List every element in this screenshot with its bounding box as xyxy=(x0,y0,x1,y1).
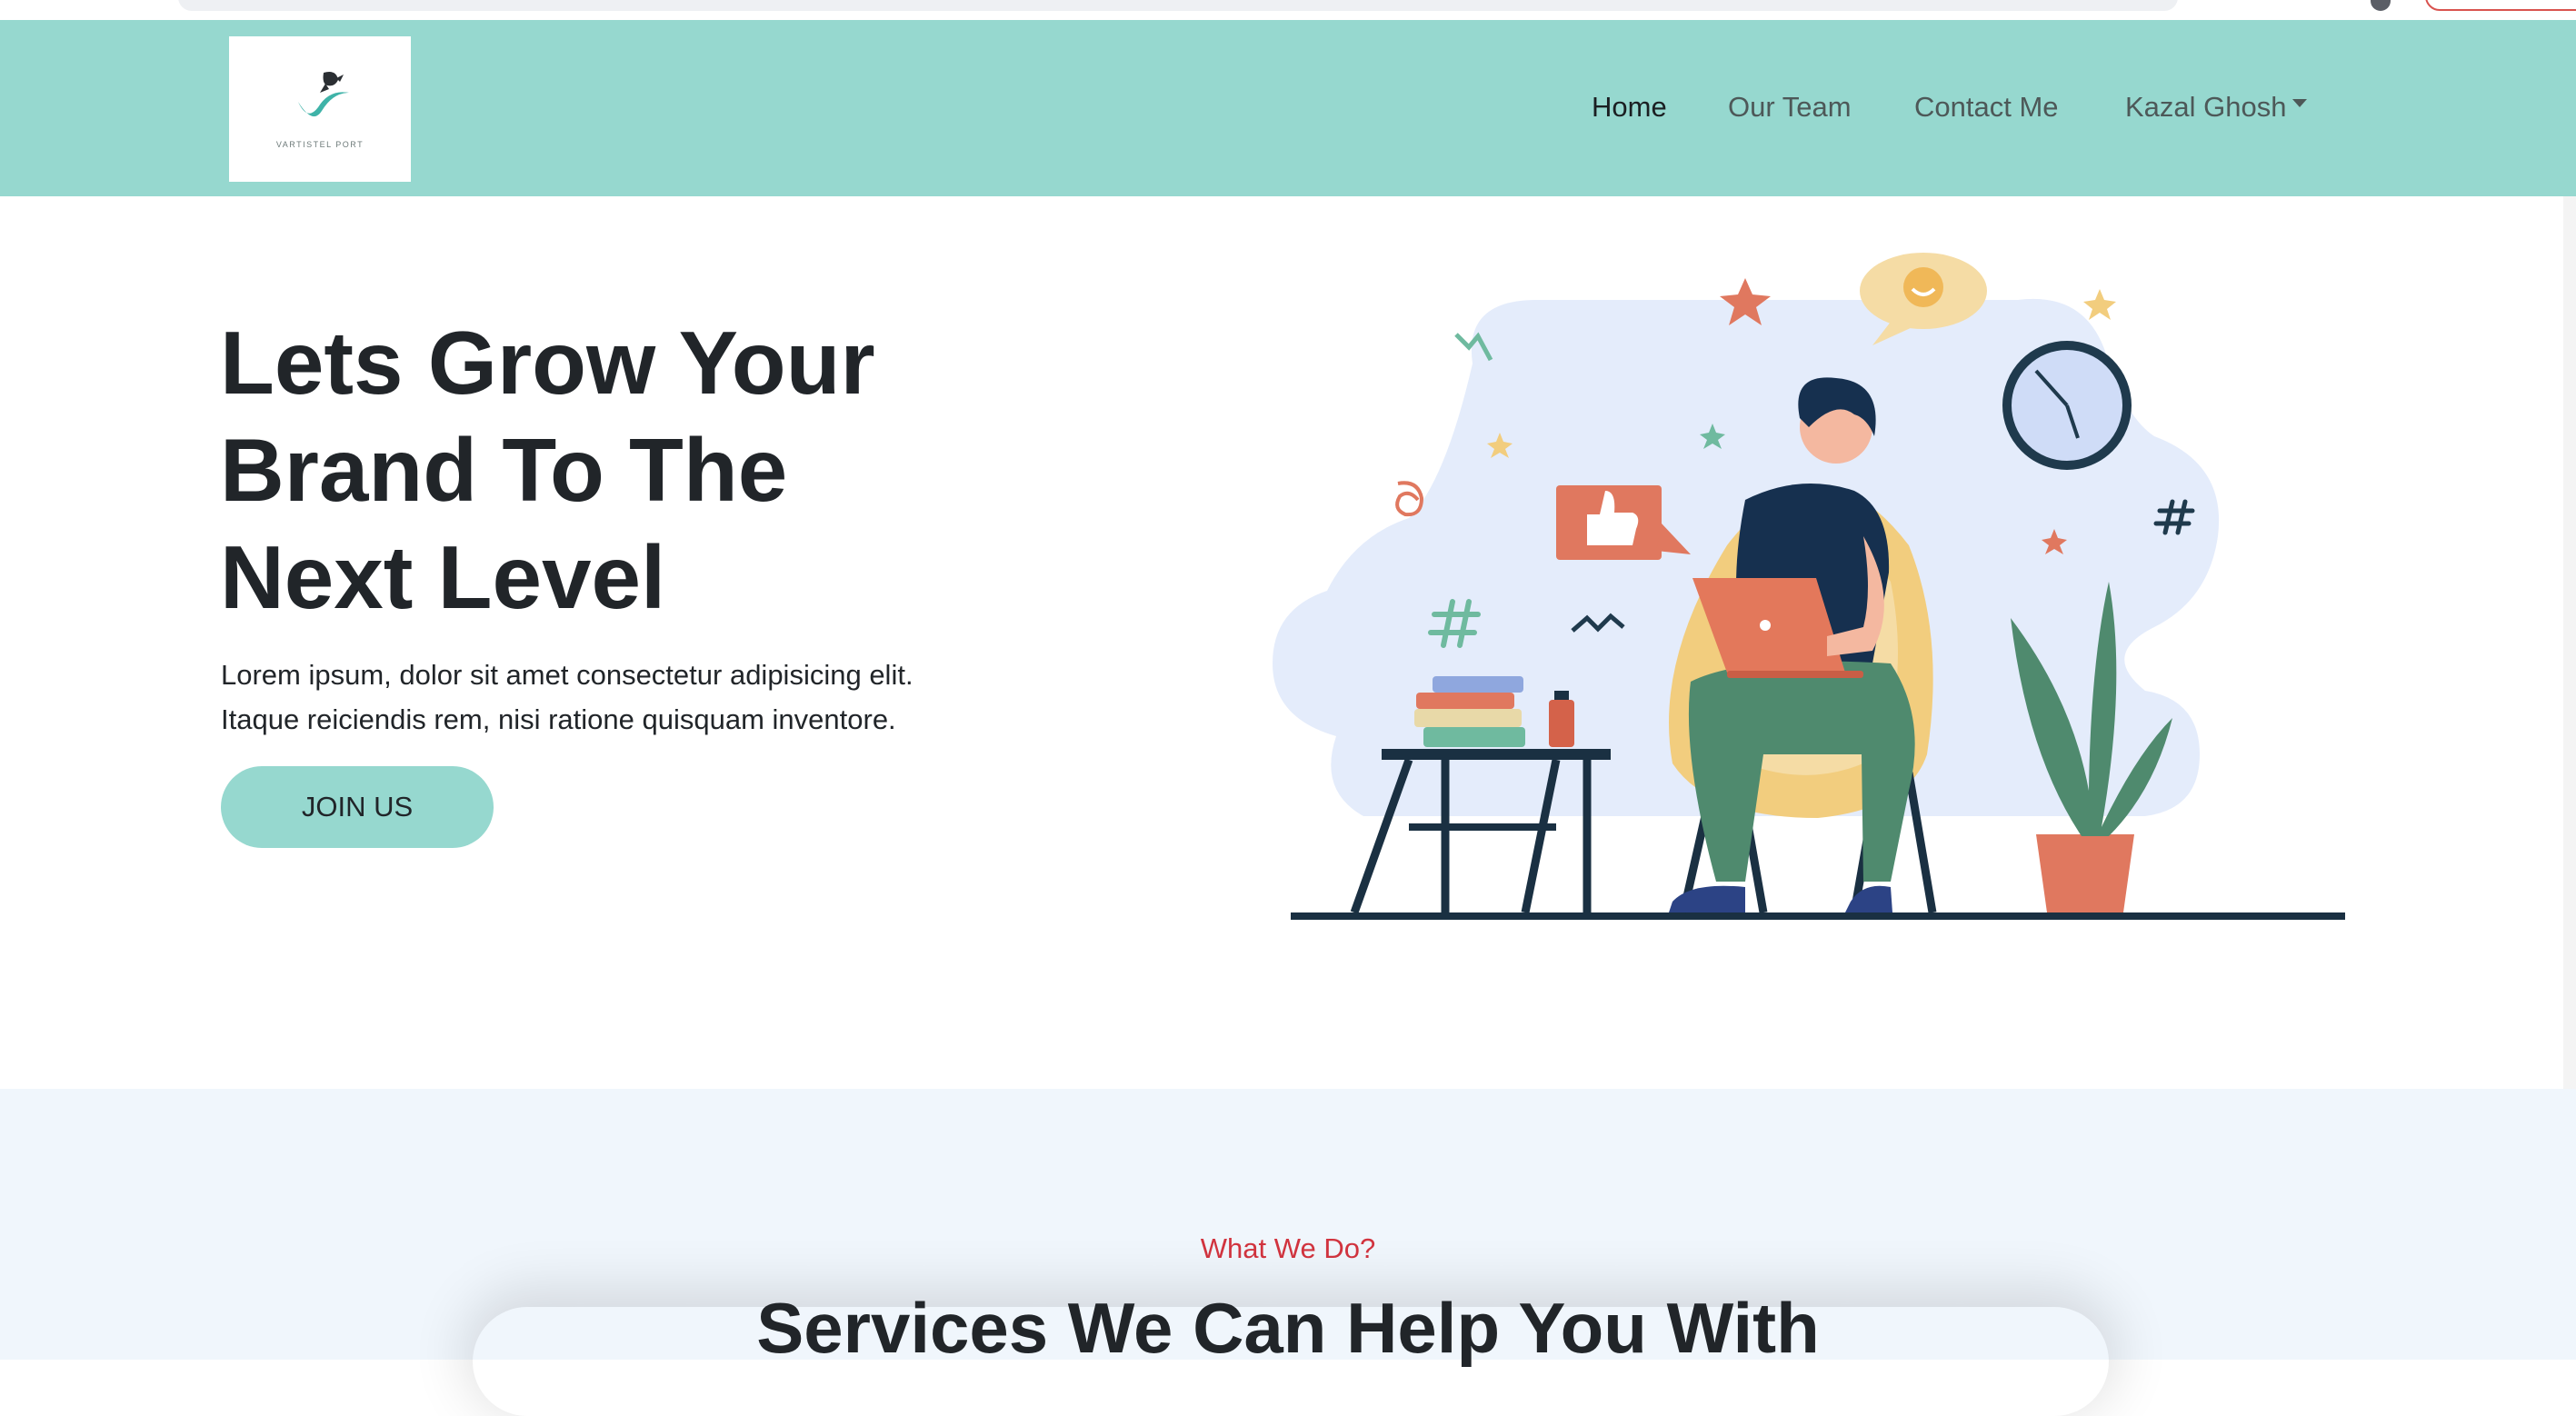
browser-profile-button[interactable] xyxy=(2425,0,2576,11)
browser-address-bar[interactable] xyxy=(178,0,2178,11)
nav-contact-me[interactable]: Contact Me xyxy=(1914,91,2059,124)
hero-title-line: Lets Grow Your xyxy=(220,313,875,413)
hero-title-line: Brand To The xyxy=(220,420,788,520)
site-navbar: VARTISTEL PORT Home Our Team Contact Me … xyxy=(0,20,2576,196)
logo-text: VARTISTEL PORT xyxy=(275,140,364,149)
book xyxy=(1414,709,1522,727)
page-scrollbar-track[interactable] xyxy=(2563,196,2576,1089)
browser-top-strip xyxy=(0,0,2576,20)
hero-title: Lets Grow Your Brand To The Next Level xyxy=(220,309,1038,631)
join-us-button[interactable]: JOIN US xyxy=(221,766,494,848)
floor-line xyxy=(1291,912,2345,920)
services-section: What We Do? Services We Can Help You Wit… xyxy=(0,1089,2576,1368)
book xyxy=(1416,693,1514,709)
site-logo[interactable]: VARTISTEL PORT xyxy=(229,36,411,182)
nav-our-team[interactable]: Our Team xyxy=(1728,91,1852,124)
hero-description-line: Lorem ipsum, dolor sit amet consectetur … xyxy=(221,659,914,691)
nav-user-dropdown[interactable]: Kazal Ghosh xyxy=(2125,91,2307,124)
plant-pot xyxy=(2036,834,2134,912)
hero-description: Lorem ipsum, dolor sit amet consectetur … xyxy=(221,653,1039,742)
logo-icon xyxy=(298,72,349,117)
person-with-laptop-illustration xyxy=(1273,253,2345,920)
services-title: Services We Can Help You With xyxy=(756,1288,1820,1368)
extension-icon[interactable] xyxy=(2371,0,2391,11)
book xyxy=(1433,676,1523,693)
spiral-icon xyxy=(1395,481,1424,517)
hero-description-line: Itaque reiciendis rem, nisi ratione quis… xyxy=(221,703,896,735)
star-icon xyxy=(2083,289,2116,320)
hero-title-line: Next Level xyxy=(220,527,666,627)
book xyxy=(1423,727,1525,747)
services-kicker: What We Do? xyxy=(1200,1232,1376,1264)
nav-user-label: Kazal Ghosh xyxy=(2125,91,2287,123)
nav-home[interactable]: Home xyxy=(1592,91,1667,124)
table-top xyxy=(1382,749,1611,760)
caret-down-icon xyxy=(2291,99,2307,108)
cup xyxy=(1549,700,1574,747)
